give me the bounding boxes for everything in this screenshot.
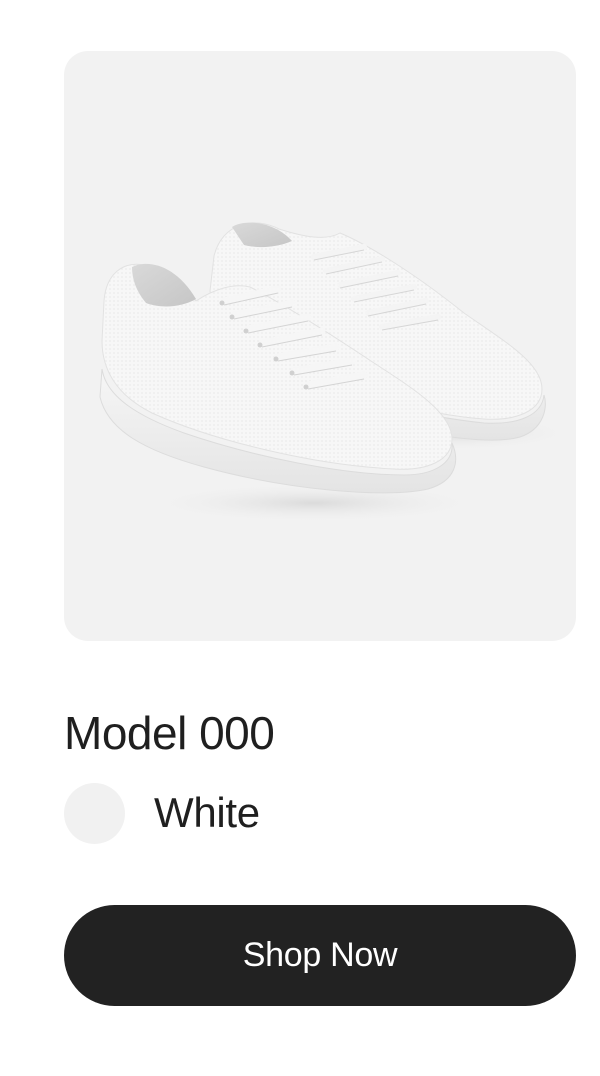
shop-now-button[interactable]: Shop Now [64, 905, 576, 1006]
product-title: Model 000 [64, 707, 275, 759]
product-card: Model 000 White Shop Now [0, 0, 600, 1076]
product-image[interactable] [64, 51, 576, 641]
color-name: White [154, 789, 260, 836]
color-swatch-white[interactable] [64, 782, 125, 844]
white-knit-sneakers-image [99, 222, 574, 523]
color-selector: White [64, 782, 260, 844]
